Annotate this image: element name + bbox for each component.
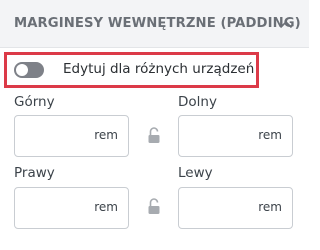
padding-settings-panel: MARGINESY WEWNĘTRZNE (PADDING) Edytuj dl… — [0, 0, 309, 250]
padding-top-field[interactable]: rem — [14, 115, 129, 157]
padding-top-unit: rem — [94, 128, 118, 142]
padding-top-label: Górny — [14, 94, 55, 110]
padding-right-input[interactable] — [15, 188, 91, 228]
padding-bottom-label: Dolny — [178, 94, 217, 110]
padding-bottom-input[interactable] — [179, 116, 255, 156]
padding-right-label: Prawy — [14, 165, 55, 181]
device-edit-toggle-label: Edytuj dla różnych urządzeń — [63, 61, 255, 77]
padding-left-input[interactable] — [179, 188, 255, 228]
padding-bottom-field[interactable]: rem — [178, 115, 293, 157]
padding-right-field[interactable]: rem — [14, 187, 129, 229]
device-edit-toggle-row: Edytuj dla różnych urządzeń — [4, 52, 259, 88]
padding-bottom-unit: rem — [258, 128, 282, 142]
padding-left-label: Lewy — [178, 165, 213, 181]
unlocked-padlock-icon — [148, 198, 160, 214]
panel-title: MARGINESY WEWNĘTRZNE (PADDING) — [14, 16, 301, 31]
device-edit-toggle[interactable] — [14, 62, 44, 78]
padding-left-unit: rem — [258, 200, 282, 214]
toggle-knob — [16, 64, 28, 76]
collapse-button[interactable] — [275, 13, 297, 35]
padding-left-field[interactable]: rem — [178, 187, 293, 229]
unlocked-padlock-icon — [148, 127, 160, 143]
padding-right-unit: rem — [94, 200, 118, 214]
link-top-bottom-lock[interactable] — [146, 126, 162, 146]
chevron-up-icon — [279, 20, 293, 28]
link-right-left-lock[interactable] — [146, 197, 162, 217]
panel-header: MARGINESY WEWNĘTRZNE (PADDING) — [0, 0, 309, 48]
padding-top-input[interactable] — [15, 116, 91, 156]
